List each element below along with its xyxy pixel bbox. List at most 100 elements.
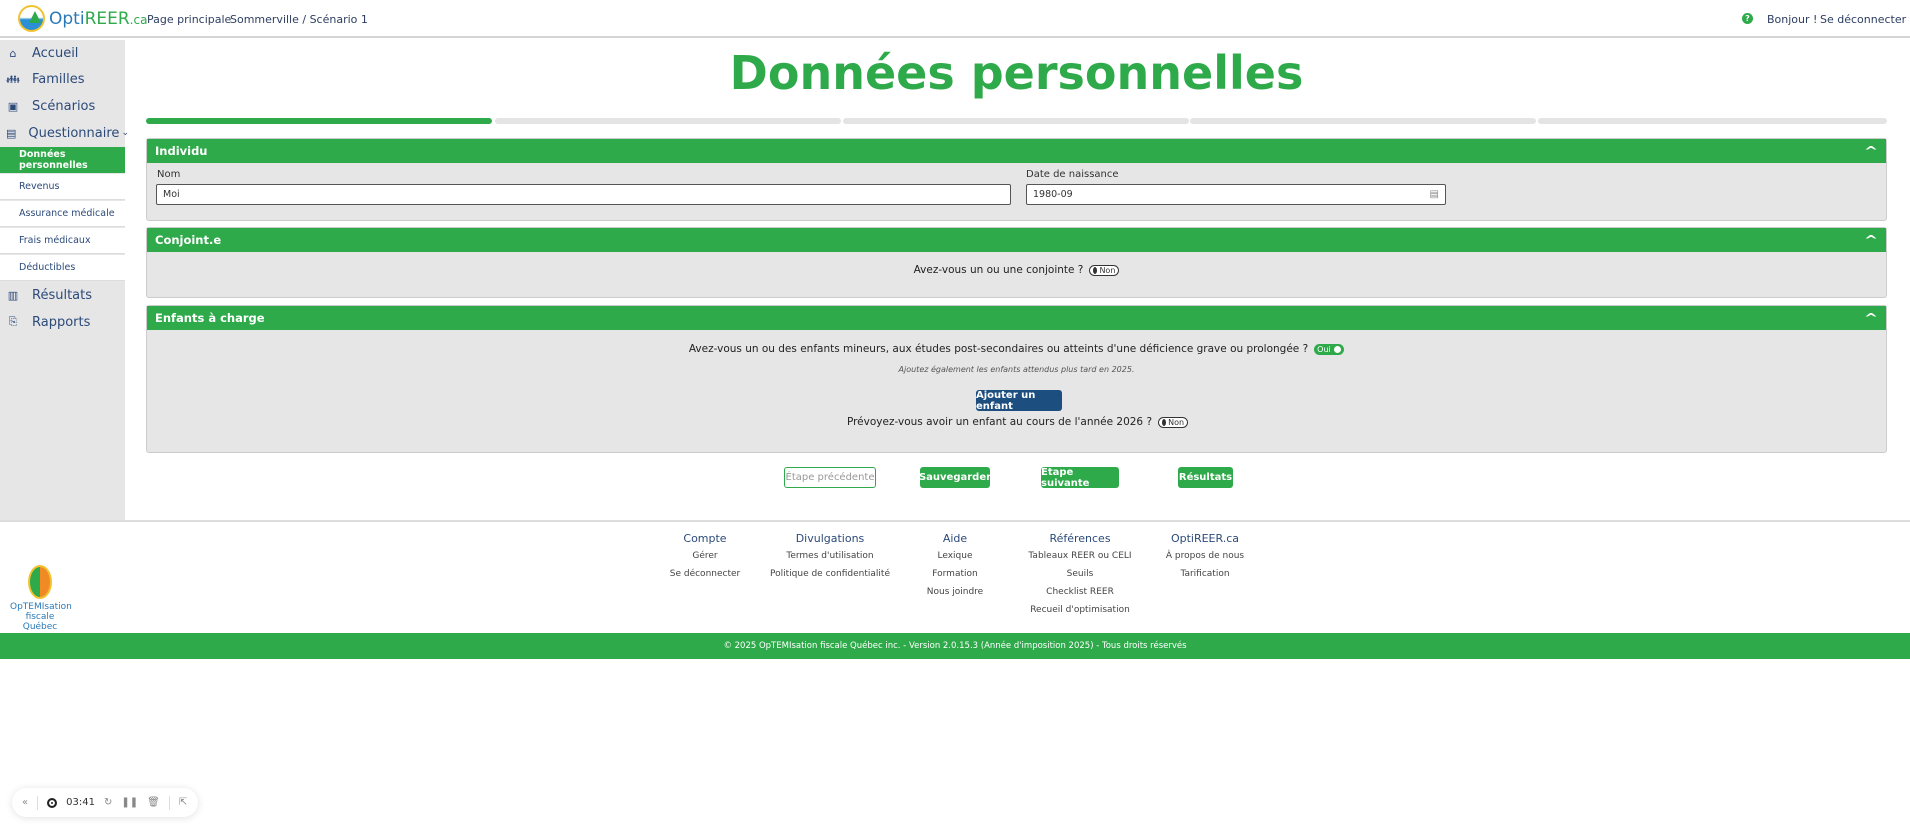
footer-heading: Références: [1049, 532, 1111, 545]
footer-link[interactable]: Tarification: [1160, 569, 1250, 579]
users-icon: 👪︎: [6, 72, 20, 86]
logo-icon: [18, 5, 45, 32]
panel-header[interactable]: Enfants à charge ^: [147, 306, 1886, 330]
enfants-toggle[interactable]: Oui: [1314, 343, 1345, 355]
home-icon: ⌂: [9, 46, 17, 60]
panel-enfants: Enfants à charge ^ Avez-vous un ou des en…: [146, 305, 1887, 453]
add-child-button[interactable]: Ajouter un enfant: [976, 390, 1062, 412]
sidebar-item-resultats[interactable]: ▥ Résultats: [0, 282, 125, 308]
sidebar-item-rapports[interactable]: ⎘ Rapports: [0, 309, 125, 335]
logo-text-1: Opti: [49, 8, 85, 29]
footer-col-optireer: OptiREER.ca À propos de nous Tarification: [1160, 532, 1250, 587]
footer-heading: OptiREER.ca: [1170, 532, 1240, 545]
progress-step-1: [146, 118, 492, 124]
sidebar-sub-frais-medicaux[interactable]: Frais médicaux: [0, 228, 125, 254]
sidebar-label: Questionnaire: [28, 125, 120, 141]
footer-heading: Compte: [683, 532, 727, 545]
logo-text-3: .ca: [129, 12, 148, 27]
toggle-label: Non: [1168, 417, 1185, 427]
recorder-time: 03:41: [66, 797, 95, 808]
sidebar-sub-deductibles[interactable]: Déductibles: [0, 255, 125, 281]
save-button[interactable]: Sauvegarder: [919, 467, 991, 488]
footer-link[interactable]: Tableaux REER ou CELI: [1020, 551, 1140, 561]
footer-col-aide: Aide Lexique Formation Nous joindre: [915, 532, 995, 605]
footer-col-divulgations: Divulgations Termes d'utilisation Politiqu…: [760, 532, 900, 587]
sidebar: ⌂ Accueil 👪︎ Familles ▣ Scénarios ▤ Question…: [0, 40, 129, 520]
footer-link[interactable]: Lexique: [915, 551, 995, 561]
chevron-up-icon[interactable]: ^: [1864, 233, 1878, 247]
sidebar-label: Scénarios: [32, 98, 96, 114]
footer-link[interactable]: Termes d'utilisation: [760, 551, 900, 561]
sidebar-item-scenarios[interactable]: ▣ Scénarios: [0, 93, 125, 119]
footer-link[interactable]: Seuils: [1020, 569, 1140, 579]
name-input[interactable]: Moi: [156, 184, 1011, 205]
collapse-icon[interactable]: «: [22, 797, 28, 808]
greeting[interactable]: Bonjour !: [1767, 13, 1817, 26]
panel-title: Individu: [155, 144, 208, 158]
progress-step-4: [1190, 118, 1536, 124]
footer-divider: [0, 520, 1910, 522]
image-icon: ▣: [7, 99, 19, 113]
restart-icon[interactable]: ↻: [104, 797, 112, 808]
sidebar-sub-donnees-personnelles[interactable]: Données personnelles: [0, 147, 125, 173]
footer-logo-icon: [28, 565, 52, 599]
chevron-down-icon: ⌄: [121, 128, 129, 138]
footer-logo-text: OpTEMIsation fiscale Québec: [10, 602, 72, 632]
panel-title: Conjoint.e: [155, 233, 222, 247]
optireer-logo[interactable]: OptiREER.ca: [18, 5, 147, 32]
help-icon[interactable]: ?: [1742, 13, 1753, 24]
footer-link[interactable]: Checklist REER: [1020, 587, 1140, 597]
panel-conjoint: Conjoint.e ^ Avez-vous un ou une conjoint…: [146, 227, 1887, 298]
name-label: Nom: [157, 169, 181, 180]
calendar-icon[interactable]: ▤: [1430, 189, 1439, 200]
recorder-widget: « 03:41 ↻ ❚❚ 🗑︎ ⇱: [12, 788, 198, 817]
results-button[interactable]: Résultats: [1178, 467, 1233, 488]
enfant-2026-toggle[interactable]: Non: [1158, 416, 1189, 428]
footer-link[interactable]: Politique de confidentialité: [760, 569, 900, 579]
footer-link[interactable]: Gérer: [660, 551, 750, 561]
sidebar-label: Familles: [32, 71, 85, 87]
next-step-button[interactable]: Étape suivante: [1041, 467, 1119, 489]
top-header: OptiREER.ca Page principale Sommerville …: [0, 0, 1910, 38]
footer-link[interactable]: Se déconnecter: [660, 569, 750, 579]
sidebar-label: Accueil: [32, 45, 79, 61]
enfants-question-2026: Prévoyez-vous avoir un enfant au cours d…: [846, 416, 1153, 428]
panel-title: Enfants à charge: [155, 311, 265, 325]
chevron-up-icon[interactable]: ^: [1864, 311, 1878, 325]
sidebar-item-questionnaire[interactable]: ▤ Questionnaire ⌄: [0, 120, 129, 146]
footer-link[interactable]: Nous joindre: [915, 587, 995, 597]
sidebar-sub-revenus[interactable]: Revenus: [0, 174, 125, 200]
progress-step-5: [1538, 118, 1887, 124]
chevron-up-icon[interactable]: ^: [1864, 144, 1878, 158]
enfants-note: Ajoutez également les enfants attendus p…: [898, 365, 1135, 374]
sidebar-sub-assurance-medicale[interactable]: Assurance médicale: [0, 201, 125, 227]
dob-label: Date de naissance: [1026, 169, 1119, 180]
sidebar-label: Résultats: [32, 287, 93, 303]
sidebar-item-familles[interactable]: 👪︎ Familles: [0, 66, 125, 92]
footer-link[interactable]: À propos de nous: [1160, 551, 1250, 561]
sidebar-label: Rapports: [32, 314, 91, 330]
toggle-label: Non: [1099, 265, 1116, 275]
sidebar-item-accueil[interactable]: ⌂ Accueil: [0, 40, 125, 66]
nav-breadcrumb-scenario[interactable]: Sommerville / Scénario 1: [230, 13, 368, 26]
copyright-bar: © 2025 OpTEMIsation fiscale Québec inc. …: [0, 633, 1910, 659]
previous-step-button[interactable]: Étape précédente: [784, 467, 876, 488]
dob-input[interactable]: 1980-09 ▤: [1026, 184, 1446, 205]
cursor-icon[interactable]: ⇱: [179, 797, 187, 808]
footer-heading: Aide: [942, 532, 968, 545]
footer-link[interactable]: Recueil d'optimisation: [1020, 605, 1140, 615]
report-icon: ⎘: [8, 315, 18, 328]
panel-header[interactable]: Conjoint.e ^: [147, 228, 1886, 252]
logout-link[interactable]: Se déconnecter: [1820, 13, 1906, 26]
footer-heading: Divulgations: [795, 532, 865, 545]
footer-col-compte: Compte Gérer Se déconnecter: [660, 532, 750, 587]
trash-icon[interactable]: 🗑︎: [147, 797, 160, 808]
nav-page-principale[interactable]: Page principale: [147, 13, 231, 26]
panel-header[interactable]: Individu ^: [147, 139, 1886, 163]
progress-step-3: [843, 118, 1189, 124]
chart-icon: ▥: [7, 288, 19, 302]
conjoint-toggle[interactable]: Non: [1089, 264, 1120, 276]
pause-icon[interactable]: ❚❚: [121, 797, 138, 808]
footer-link[interactable]: Formation: [915, 569, 995, 579]
conjoint-question: Avez-vous un ou une conjointe ?: [913, 264, 1084, 276]
